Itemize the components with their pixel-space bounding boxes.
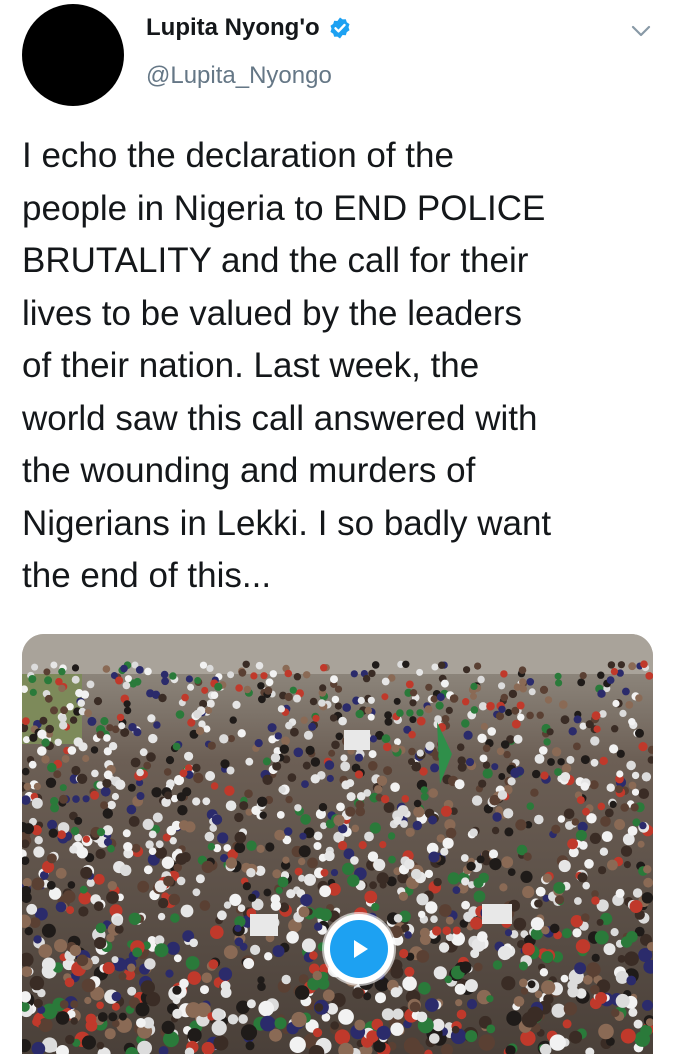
author-handle[interactable]: @Lupita_Nyongo xyxy=(146,62,332,90)
chevron-down-icon[interactable] xyxy=(630,20,652,42)
play-icon xyxy=(330,920,388,978)
verified-badge-icon xyxy=(328,16,352,40)
author-display-name[interactable]: Lupita Nyong'o xyxy=(146,14,320,42)
play-button[interactable] xyxy=(324,914,394,984)
tweet-card: Lupita Nyong'o @Lupita_Nyongo I echo the… xyxy=(0,0,675,1024)
avatar[interactable] xyxy=(22,4,124,106)
crowd-image xyxy=(22,634,653,1054)
tweet-text: I echo the declaration of the people in … xyxy=(22,130,662,603)
author-name-row: Lupita Nyong'o xyxy=(146,14,352,42)
tweet-video[interactable] xyxy=(22,634,653,1054)
